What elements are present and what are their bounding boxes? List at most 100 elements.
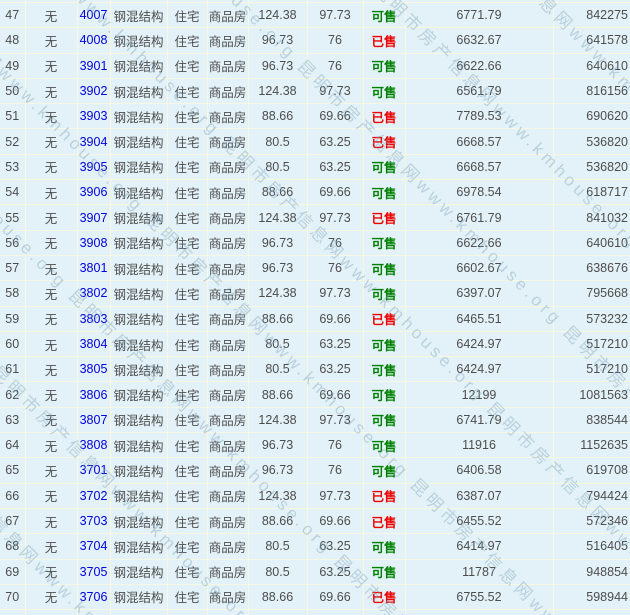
room-number-link[interactable]: 3705 — [80, 565, 108, 579]
cell-unit-price: 6561.79 — [405, 78, 553, 103]
cell-status: 可售 — [363, 180, 405, 205]
inner-area-value: 63.25 — [319, 565, 350, 579]
table-row: 48 无 4008 钢混结构 住宅 商品房 96.73 76 已售 6632.6… — [0, 28, 630, 53]
total-price-value: 573232 — [586, 312, 628, 326]
status-badge: 可售 — [371, 364, 396, 378]
cell-inner-area: 63.25 — [307, 559, 363, 584]
cell-total-price: 816156 — [553, 78, 630, 103]
cell-room: 3804 — [77, 331, 110, 356]
build-area-value: 80.5 — [265, 160, 289, 174]
room-number-link[interactable]: 3804 — [80, 337, 108, 351]
total-price-value: 795668 — [586, 286, 628, 300]
room-number-link[interactable]: 3908 — [80, 236, 108, 250]
cell-total-price: 640610 — [553, 53, 630, 78]
room-number-link[interactable]: 3905 — [80, 160, 108, 174]
filler-cell — [553, 610, 630, 615]
room-number-link[interactable]: 3907 — [80, 211, 108, 225]
cell-build-area: 88.66 — [248, 382, 307, 407]
cell-row-index: 47 — [0, 3, 25, 28]
cell-row-index: 62 — [0, 382, 25, 407]
cell-build-area: 80.5 — [248, 331, 307, 356]
inner-area-value: 63.25 — [319, 362, 350, 376]
cell-tag: 无 — [25, 180, 77, 205]
cell-status: 可售 — [363, 3, 405, 28]
cell-structure: 钢混结构 — [110, 433, 167, 458]
cell-room: 4007 — [77, 3, 110, 28]
cell-sale-type: 商品房 — [207, 534, 248, 559]
cell-structure: 钢混结构 — [110, 129, 167, 154]
room-number-link[interactable]: 3805 — [80, 362, 108, 376]
cell-usage: 住宅 — [167, 382, 207, 407]
room-number-link[interactable]: 3802 — [80, 286, 108, 300]
room-number-link[interactable]: 3701 — [80, 463, 108, 477]
cell-status: 可售 — [363, 53, 405, 78]
cell-unit-price: 6668.57 — [405, 129, 553, 154]
row-index-label: 59 — [5, 312, 19, 326]
cell-tag: 无 — [25, 3, 77, 28]
total-price-value: 598944 — [586, 590, 628, 604]
room-number-link[interactable]: 3706 — [80, 590, 108, 604]
cell-usage: 住宅 — [167, 331, 207, 356]
filler-cell — [110, 610, 167, 615]
cell-room: 3701 — [77, 458, 110, 483]
room-number-link[interactable]: 3703 — [80, 514, 108, 528]
usage-label: 住宅 — [174, 263, 199, 277]
cell-sale-type: 商品房 — [207, 508, 248, 533]
cell-structure: 钢混结构 — [110, 382, 167, 407]
room-number-link[interactable]: 3803 — [80, 312, 108, 326]
room-number-link[interactable]: 4008 — [80, 33, 108, 47]
build-area-value: 124.38 — [258, 286, 296, 300]
build-area-value: 80.5 — [265, 565, 289, 579]
cell-sale-type: 商品房 — [207, 357, 248, 382]
status-badge: 已售 — [371, 136, 396, 150]
build-area-value: 96.73 — [262, 236, 293, 250]
tag-label: 无 — [45, 237, 58, 251]
row-index-label: 54 — [5, 185, 19, 199]
unit-price-value: 6424.97 — [456, 362, 501, 376]
room-number-link[interactable]: 3904 — [80, 135, 108, 149]
status-badge: 可售 — [371, 161, 396, 175]
room-number-link[interactable]: 3808 — [80, 438, 108, 452]
room-number-link[interactable]: 3906 — [80, 185, 108, 199]
cell-build-area: 88.66 — [248, 104, 307, 129]
room-number-link[interactable]: 3807 — [80, 413, 108, 427]
property-listing-page: 47 无 4007 钢混结构 住宅 商品房 124.38 97.73 可售 67… — [0, 0, 630, 615]
sale-type-label: 商品房 — [209, 111, 247, 125]
room-number-link[interactable]: 3901 — [80, 59, 108, 73]
table-row: 69 无 3705 钢混结构 住宅 商品房 80.5 63.25 可售 1178… — [0, 559, 630, 584]
sale-type-label: 商品房 — [209, 136, 247, 150]
unit-price-value: 6761.79 — [456, 211, 501, 225]
build-area-value: 96.73 — [262, 33, 293, 47]
room-number-link[interactable]: 3801 — [80, 261, 108, 275]
cell-unit-price: 6602.67 — [405, 255, 553, 280]
room-number-link[interactable]: 3902 — [80, 84, 108, 98]
filler-cell — [363, 610, 405, 615]
tag-label: 无 — [45, 313, 58, 327]
room-number-link[interactable]: 4007 — [80, 8, 108, 22]
cell-structure: 钢混结构 — [110, 28, 167, 53]
inner-area-value: 63.25 — [319, 135, 350, 149]
cell-total-price: 1081563 — [553, 382, 630, 407]
status-badge: 可售 — [371, 414, 396, 428]
row-index-label: 67 — [5, 514, 19, 528]
usage-label: 住宅 — [174, 414, 199, 428]
cell-usage: 住宅 — [167, 483, 207, 508]
build-area-value: 88.66 — [262, 312, 293, 326]
unit-price-value: 6622.66 — [456, 59, 501, 73]
room-number-link[interactable]: 3806 — [80, 388, 108, 402]
structure-label: 钢混结构 — [113, 414, 163, 428]
room-number-link[interactable]: 3702 — [80, 489, 108, 503]
cell-inner-area: 69.66 — [307, 508, 363, 533]
table-row: 64 无 3808 钢混结构 住宅 商品房 96.73 76 可售 11916 … — [0, 433, 630, 458]
sale-type-label: 商品房 — [209, 490, 247, 504]
table-row: 67 无 3703 钢混结构 住宅 商品房 88.66 69.66 已售 645… — [0, 508, 630, 533]
cell-sale-type: 商品房 — [207, 433, 248, 458]
cell-row-index: 49 — [0, 53, 25, 78]
build-area-value: 80.5 — [265, 362, 289, 376]
cell-sale-type: 商品房 — [207, 584, 248, 609]
room-number-link[interactable]: 3903 — [80, 109, 108, 123]
room-number-link[interactable]: 3704 — [80, 539, 108, 553]
status-badge: 可售 — [371, 339, 396, 353]
total-price-value: 536820 — [586, 160, 628, 174]
build-area-value: 80.5 — [265, 539, 289, 553]
